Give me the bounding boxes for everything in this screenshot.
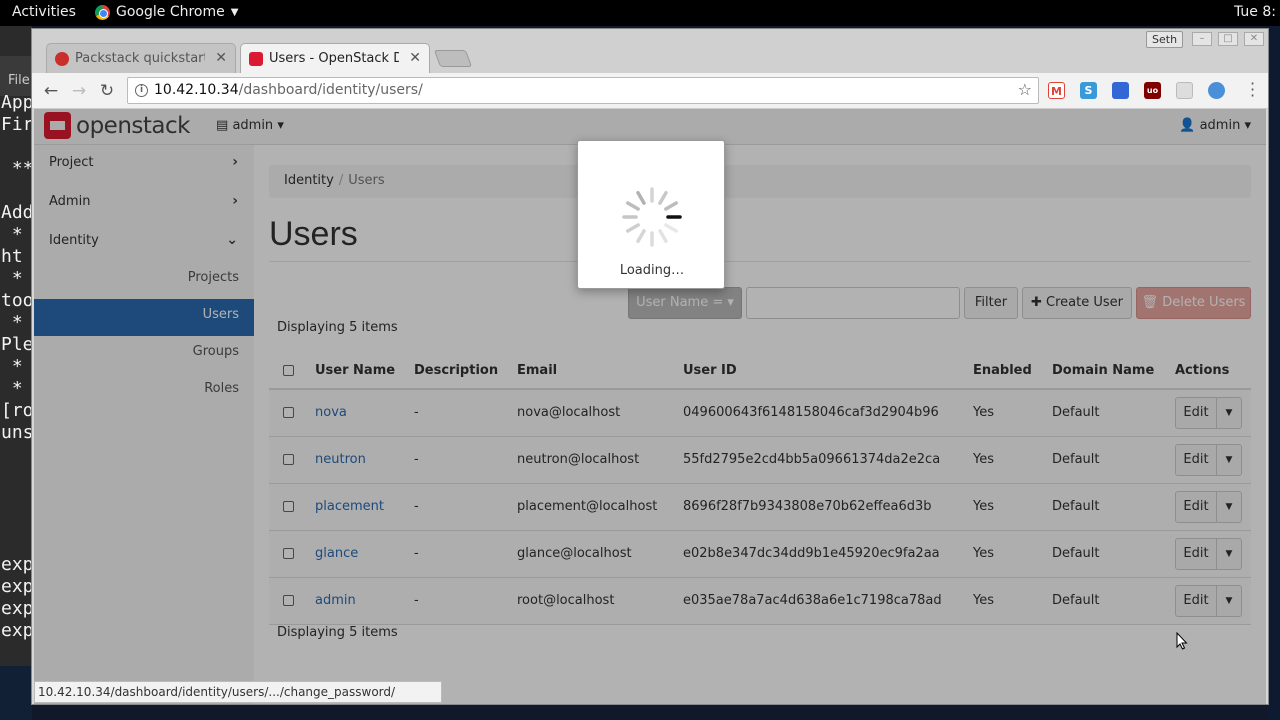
activities-button[interactable]: Activities xyxy=(12,4,76,20)
new-tab-button[interactable] xyxy=(433,50,473,67)
address-bar[interactable]: i 10.42.10.34/dashboard/identity/users/ … xyxy=(127,77,1039,104)
loading-modal: Loading… xyxy=(577,140,725,289)
terminal-line: * xyxy=(1,378,23,399)
browser-window: Packstack quickstart - ✕ Users - OpenSta… xyxy=(31,28,1269,705)
terminal-line: exp xyxy=(1,576,32,597)
page-viewport: openstack ▤ admin ▾ 👤 admin ▾ Project › … xyxy=(34,109,1266,704)
back-arrow-icon[interactable]: ← xyxy=(40,80,62,102)
terminal-line: * xyxy=(1,224,23,245)
terminal-menu-file[interactable]: File xyxy=(0,56,32,96)
system-top-bar: Activities Google Chrome ▼ Tue 8: xyxy=(0,0,1280,26)
terminal-line: Add xyxy=(1,202,32,223)
reload-icon[interactable]: ↻ xyxy=(96,80,118,102)
maximize-icon[interactable]: □ xyxy=(1218,32,1238,46)
url-path: /dashboard/identity/users/ xyxy=(238,82,423,98)
tab-strip: Packstack quickstart - ✕ Users - OpenSta… xyxy=(32,29,1268,73)
forward-arrow-icon[interactable]: → xyxy=(68,80,90,102)
caret-down-icon: ▼ xyxy=(230,6,239,18)
url-host: 10.42.10.34 xyxy=(154,82,239,98)
minimize-icon[interactable]: – xyxy=(1192,32,1212,46)
chrome-icon xyxy=(95,4,110,20)
close-window-icon[interactable]: ✕ xyxy=(1244,32,1264,46)
calendar-icon[interactable] xyxy=(1112,82,1129,99)
app-name: Google Chrome xyxy=(116,4,225,20)
tab-packstack[interactable]: Packstack quickstart - ✕ xyxy=(46,43,236,73)
desktop-background xyxy=(1268,26,1280,720)
gmail-icon[interactable]: M xyxy=(1048,82,1065,99)
loading-spinner-icon xyxy=(622,187,682,247)
close-tab-icon[interactable]: ✕ xyxy=(215,50,227,66)
app-menu[interactable]: Google Chrome ▼ xyxy=(95,4,238,20)
tab-title: Users - OpenStack Das xyxy=(269,51,399,66)
reader-icon[interactable] xyxy=(1176,82,1193,99)
tab-title: Packstack quickstart - xyxy=(75,51,205,66)
desktop-background-bottom xyxy=(0,666,32,720)
bookmark-star-icon[interactable]: ☆ xyxy=(1018,80,1032,99)
globe-icon[interactable] xyxy=(1208,82,1225,99)
background-terminal: File App Fir ** Add * ht * too * Ple * * [ro un… xyxy=(0,26,32,666)
browser-toolbar: ← → ↻ i 10.42.10.34/dashboard/identity/u… xyxy=(32,73,1268,109)
terminal-line: [ro xyxy=(1,400,32,421)
info-icon[interactable]: i xyxy=(135,84,148,97)
loading-text: Loading… xyxy=(619,263,685,278)
terminal-line: ** xyxy=(1,158,32,179)
clock[interactable]: Tue 8: xyxy=(1234,4,1280,20)
terminal-line: App xyxy=(1,92,32,113)
chrome-menu-icon[interactable]: · · · xyxy=(1250,76,1255,104)
profile-button[interactable]: Seth xyxy=(1146,31,1184,48)
terminal-line: * xyxy=(1,268,23,289)
terminal-line: Ple xyxy=(1,334,32,355)
terminal-line: * xyxy=(1,312,23,333)
redhat-favicon-icon xyxy=(55,52,69,66)
close-tab-icon[interactable]: ✕ xyxy=(409,50,421,66)
terminal-line: ht xyxy=(1,246,23,267)
terminal-line: uns xyxy=(1,422,32,443)
terminal-line: too xyxy=(1,290,32,311)
terminal-line: * xyxy=(1,356,23,377)
openstack-favicon-icon xyxy=(249,52,263,66)
terminal-line: exp xyxy=(1,620,32,641)
ublock-icon[interactable]: uo xyxy=(1144,82,1161,99)
terminal-line: exp xyxy=(1,554,32,575)
terminal-line: exp xyxy=(1,598,32,619)
skype-icon[interactable]: S xyxy=(1080,82,1097,99)
mouse-cursor-icon xyxy=(1176,632,1188,650)
terminal-line: Fir xyxy=(1,114,32,135)
link-status-bar: 10.42.10.34/dashboard/identity/users/...… xyxy=(34,681,442,703)
tab-openstack-users[interactable]: Users - OpenStack Das ✕ xyxy=(240,43,430,73)
